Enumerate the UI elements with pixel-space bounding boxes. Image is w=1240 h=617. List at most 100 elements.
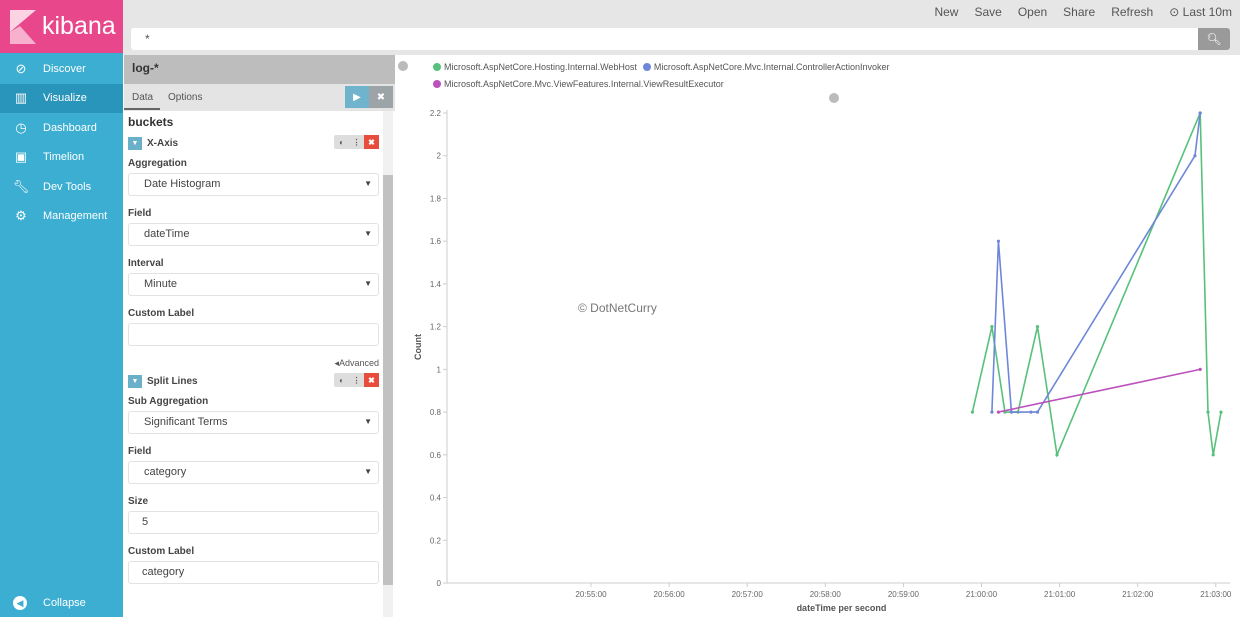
series-line	[971, 112, 1222, 458]
aggregation-label: Aggregation	[128, 158, 187, 169]
y-tick-label: 0.4	[430, 494, 442, 503]
drag-handle-icon[interactable]: ⋮	[349, 135, 364, 149]
caret-down-icon: ▼	[364, 229, 372, 238]
x-tick-label: 20:57:00	[732, 590, 764, 599]
editor-panel: log-* Data Options ▶ ✖ buckets ▼ X-Axis ◐ ⋮…	[124, 55, 395, 617]
data-point	[1029, 410, 1033, 414]
timelion-icon: ▣	[14, 149, 28, 165]
chart-legend: Microsoft.AspNetCore.Hosting.Internal.We…	[433, 59, 993, 93]
custom-label-label: Custom Label	[128, 308, 195, 319]
time-picker[interactable]: ⊙ Last 10m	[1169, 5, 1232, 19]
toggle-icon[interactable]: ◐	[334, 135, 349, 149]
toggle-icon[interactable]: ◐	[334, 373, 349, 387]
play-icon: ▶	[353, 91, 361, 103]
split-field-label: Field	[128, 446, 152, 457]
sidebar-item-label: Dashboard	[43, 121, 97, 134]
aggregation-value: Date Histogram	[144, 178, 221, 190]
sidebar-item-discover[interactable]: ⊘ Discover	[0, 54, 123, 84]
menu-save[interactable]: Save	[974, 5, 1001, 19]
app-name: kibana	[42, 12, 116, 40]
menu-refresh[interactable]: Refresh	[1111, 5, 1153, 19]
y-tick-label: 0.2	[430, 536, 442, 545]
interval-value: Minute	[144, 278, 178, 290]
query-input[interactable]: *	[145, 32, 150, 46]
search-button[interactable]: 🔍︎	[1198, 28, 1230, 50]
legend-item[interactable]: Microsoft.AspNetCore.Hosting.Internal.We…	[433, 59, 637, 75]
data-point	[1198, 367, 1202, 371]
size-label: Size	[128, 496, 149, 507]
remove-icon[interactable]: ✖	[364, 135, 379, 149]
series-line	[998, 368, 1201, 413]
legend-item[interactable]: Microsoft.AspNetCore.Mvc.Internal.Contro…	[642, 59, 890, 75]
advanced-toggle[interactable]: ◂Advanced	[128, 358, 379, 369]
data-point	[1055, 453, 1059, 457]
y-tick-label: 1	[437, 365, 442, 374]
data-point	[1035, 410, 1040, 414]
x-tick-label: 21:02:00	[1122, 590, 1154, 599]
aggregation-select[interactable]: Date Histogram ▼	[128, 173, 379, 196]
custom-label-input[interactable]	[128, 323, 379, 346]
caret-down-icon: ▼	[364, 417, 372, 426]
kibana-logo-icon	[10, 9, 36, 44]
top-bar: New Save Open Share Refresh ⊙ Last 10m * 🔍︎	[123, 0, 1240, 55]
sidebar-item-visualize[interactable]: ▥ Visualize	[0, 83, 123, 113]
y-tick-label: 0.6	[430, 451, 442, 460]
apply-button[interactable]: ▶	[345, 86, 369, 108]
tab-options[interactable]: Options	[168, 92, 202, 103]
legend-dot-icon	[642, 63, 651, 71]
kibana-logo[interactable]: kibana	[0, 0, 123, 53]
size-input[interactable]: 5	[128, 511, 379, 534]
split-custom-label-label: Custom Label	[128, 546, 195, 557]
scrollbar-thumb[interactable]	[383, 175, 393, 585]
time-range: Last 10m	[1182, 5, 1232, 19]
y-axis-label: Count	[413, 334, 423, 360]
drag-handle-icon[interactable]: ⋮	[349, 373, 364, 387]
wrench-icon: 🔧︎	[12, 178, 30, 194]
data-point	[1035, 325, 1040, 329]
field-select[interactable]: dateTime ▼	[128, 223, 379, 246]
menu-share[interactable]: Share	[1063, 5, 1095, 19]
chevron-down-icon[interactable]: ▼	[128, 136, 142, 150]
field-label: Field	[128, 208, 152, 219]
sub-aggregation-select[interactable]: Significant Terms ▼	[128, 411, 379, 434]
y-tick-label: 1.8	[430, 194, 442, 203]
sidebar-item-label: Dev Tools	[43, 180, 92, 193]
remove-icon[interactable]: ✖	[364, 373, 379, 387]
gear-icon: ⚙	[15, 208, 27, 224]
line-chart: 0 0.2 0.4 0.6 0.8 1 1.2 1.4 1.6 1.8 2 2.2 20:55:00 20…	[398, 61, 1232, 613]
y-tick-label: 2.2	[430, 109, 442, 118]
query-bar: * 🔍︎	[131, 28, 1230, 50]
bar-chart-icon: ▥	[14, 90, 28, 106]
menu-new[interactable]: New	[934, 5, 958, 19]
panel-scrollbar[interactable]	[383, 111, 393, 617]
split-field-select[interactable]: category ▼	[128, 461, 379, 484]
index-pattern-title: log-*	[124, 55, 395, 84]
discard-button[interactable]: ✖	[369, 86, 393, 108]
menu-open[interactable]: Open	[1018, 5, 1047, 19]
collapse-button[interactable]: ◀ Collapse	[0, 591, 86, 615]
data-point	[996, 239, 1001, 243]
sidebar-item-timelion[interactable]: ▣ Timelion	[0, 143, 123, 173]
watermark: © DotNetCurry	[578, 301, 657, 315]
sidebar-item-dashboard[interactable]: ◷ Dashboard	[0, 113, 123, 143]
legend-label: Microsoft.AspNetCore.Hosting.Internal.We…	[444, 62, 637, 72]
interval-select[interactable]: Minute ▼	[128, 273, 379, 296]
interval-label: Interval	[128, 258, 164, 269]
collapse-label: Collapse	[43, 597, 86, 609]
x-axis-header: ▼ X-Axis ◐ ⋮ ✖	[128, 135, 379, 151]
y-tick-label: 2	[437, 152, 442, 161]
split-custom-label-input[interactable]: category	[128, 561, 379, 584]
sidebar-item-management[interactable]: ⚙ Management	[0, 202, 123, 232]
legend-item[interactable]: Microsoft.AspNetCore.Mvc.ViewFeatures.In…	[433, 76, 724, 92]
legend-label: Microsoft.AspNetCore.Mvc.ViewFeatures.In…	[444, 79, 724, 89]
data-point	[1193, 154, 1197, 158]
clock-icon: ⊙	[1169, 5, 1180, 19]
x-tick-label: 20:59:00	[888, 590, 920, 599]
sidebar-item-dev-tools[interactable]: 🔧︎ Dev Tools	[0, 172, 123, 202]
x-tick-label: 20:58:00	[810, 590, 842, 599]
sub-aggregation-value: Significant Terms	[144, 416, 228, 428]
legend-label: Microsoft.AspNetCore.Mvc.Internal.Contro…	[653, 62, 890, 72]
y-tick-label: 0.8	[430, 408, 442, 417]
tab-data[interactable]: Data	[124, 92, 160, 110]
chevron-down-icon[interactable]: ▼	[128, 374, 142, 388]
